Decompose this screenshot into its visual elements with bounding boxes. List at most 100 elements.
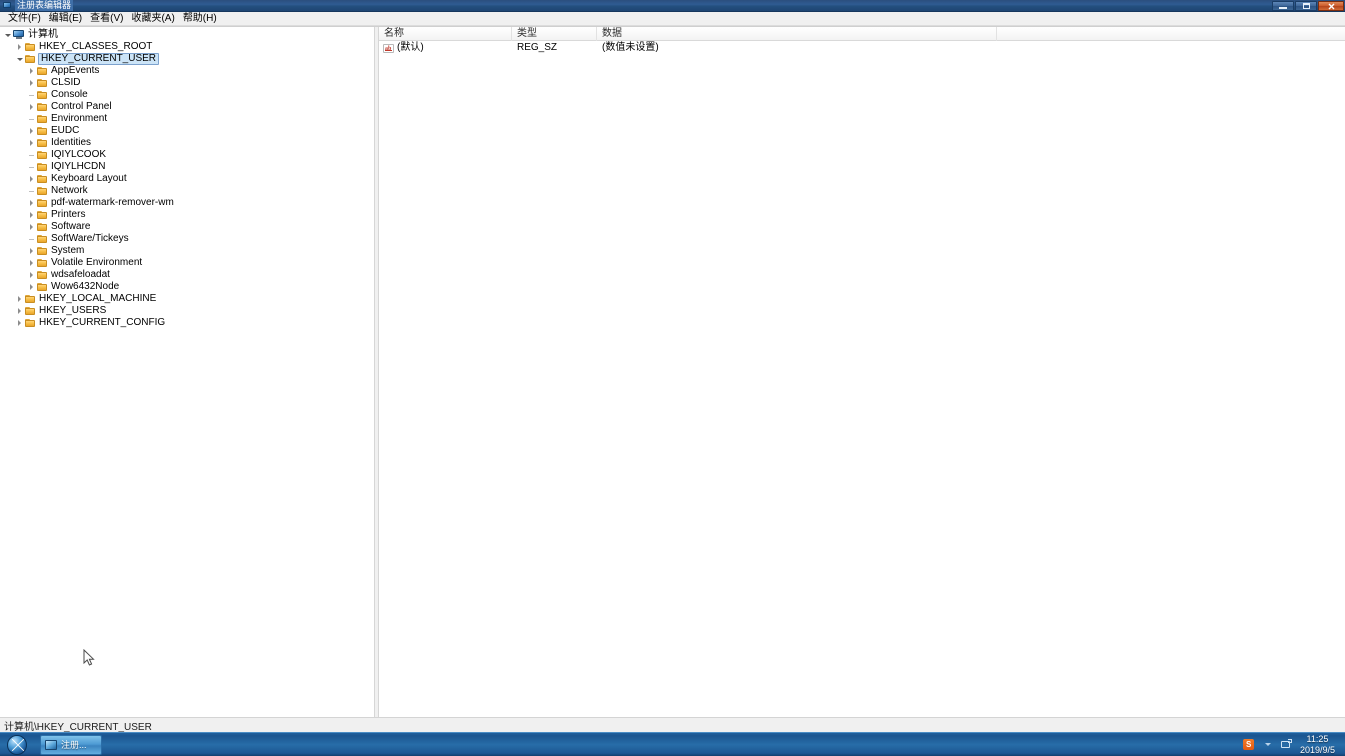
tree-node-list: HKEY_CLASSES_ROOT HKEY_CURRENT_USER AppEve…	[0, 41, 374, 329]
folder-icon	[37, 198, 48, 208]
expand-toggle[interactable]	[14, 320, 25, 326]
tree-item-hkey-local-machine[interactable]: HKEY_LOCAL_MACHINE	[0, 293, 374, 305]
tree-item-iqiylcook[interactable]: IQIYLCOOK	[0, 149, 374, 161]
title-bar: 注册表编辑器	[0, 0, 1345, 12]
registry-editor-icon	[45, 738, 58, 751]
minimize-button[interactable]	[1272, 1, 1294, 11]
tree-item-appevents[interactable]: AppEvents	[0, 65, 374, 77]
tree-item-hkey-current-config[interactable]: HKEY_CURRENT_CONFIG	[0, 317, 374, 329]
clock[interactable]: 11:25 2019/9/5	[1298, 734, 1341, 756]
tree-item-label: 计算机	[28, 29, 58, 40]
tree-item-computer[interactable]: 计算机	[0, 29, 374, 41]
tree-item-label: Environment	[51, 113, 108, 124]
start-button[interactable]	[2, 734, 32, 756]
column-data[interactable]: 数据	[597, 27, 997, 41]
folder-icon	[37, 162, 48, 172]
chevron-right-icon	[18, 296, 21, 302]
tree-item-console[interactable]: Console	[0, 89, 374, 101]
tree-item-clsid[interactable]: CLSID	[0, 77, 374, 89]
expand-toggle[interactable]	[26, 176, 37, 182]
chevron-right-icon	[30, 284, 33, 290]
string-value-icon: ab	[383, 43, 394, 53]
tree-item-label: Control Panel	[51, 101, 112, 112]
menu-edit[interactable]: 编辑(E)	[45, 12, 86, 26]
folder-icon	[37, 78, 48, 88]
maximize-button[interactable]	[1295, 1, 1317, 11]
chevron-right-icon	[30, 176, 33, 182]
cell-type: REG_SZ	[517, 42, 558, 53]
clock-time: 11:25	[1306, 733, 1329, 744]
tree-item-printers[interactable]: Printers	[0, 209, 374, 221]
expand-toggle[interactable]	[26, 284, 37, 290]
tree-item-network[interactable]: Network	[0, 185, 374, 197]
sogou-input-icon[interactable]	[1242, 738, 1256, 752]
tree-item-eudc[interactable]: EUDC	[0, 125, 374, 137]
menu-favorites[interactable]: 收藏夹(A)	[127, 12, 178, 26]
tree-item-hkey-users[interactable]: HKEY_USERS	[0, 305, 374, 317]
tree-item-label: Console	[51, 89, 88, 100]
expand-toggle[interactable]	[14, 44, 25, 50]
tree-item-software[interactable]: Software	[0, 221, 374, 233]
expand-toggle[interactable]	[26, 272, 37, 278]
expand-toggle[interactable]	[26, 68, 37, 74]
tree-item-keyboard-layout[interactable]: Keyboard Layout	[0, 173, 374, 185]
expand-toggle	[26, 238, 37, 240]
network-icon[interactable]	[1280, 738, 1294, 752]
tree-item-volatile-environment[interactable]: Volatile Environment	[0, 257, 374, 269]
tree-item-label: HKEY_LOCAL_MACHINE	[39, 293, 157, 304]
registry-tree-pane[interactable]: 计算机 HKEY_CLASSES_ROOT HKEY_CURRENT_USER Ap…	[0, 27, 374, 717]
expand-toggle-computer[interactable]	[2, 33, 13, 37]
expand-toggle[interactable]	[26, 260, 37, 266]
expand-toggle	[26, 94, 37, 96]
taskbar-button-label: 注册...	[61, 740, 87, 750]
show-hidden-icons-arrow[interactable]	[1264, 743, 1271, 746]
expand-toggle[interactable]	[26, 104, 37, 110]
tree-item-wow6432node[interactable]: Wow6432Node	[0, 281, 374, 293]
tree-item-hkey-current-user[interactable]: HKEY_CURRENT_USER	[0, 53, 374, 65]
tree-item-label: Volatile Environment	[51, 257, 143, 268]
close-button[interactable]	[1318, 1, 1344, 11]
tree-item-wdsafeloadat[interactable]: wdsafeloadat	[0, 269, 374, 281]
chevron-right-icon	[18, 320, 21, 326]
content-split: 计算机 HKEY_CLASSES_ROOT HKEY_CURRENT_USER Ap…	[0, 26, 1345, 717]
tree-item-label: Identities	[51, 137, 92, 148]
expand-toggle[interactable]	[14, 308, 25, 314]
tree-item-identities[interactable]: Identities	[0, 137, 374, 149]
tree-item-hkey-classes-root[interactable]: HKEY_CLASSES_ROOT	[0, 41, 374, 53]
tree-item-environment[interactable]: Environment	[0, 113, 374, 125]
tree-item-pdf-watermark-remover-wm[interactable]: pdf-watermark-remover-wm	[0, 197, 374, 209]
tree-item-label: System	[51, 245, 85, 256]
expand-toggle[interactable]	[26, 200, 37, 206]
expand-toggle[interactable]	[14, 57, 25, 61]
folder-icon	[37, 114, 48, 124]
tree-item-system[interactable]: System	[0, 245, 374, 257]
table-row[interactable]: ab (默认) REG_SZ (数值未设置)	[379, 41, 1345, 55]
list-column-header: 名称 类型 数据	[379, 27, 1345, 41]
menu-file[interactable]: 文件(F)	[4, 12, 45, 26]
expand-toggle[interactable]	[26, 224, 37, 230]
tree-item-iqiylhcdn[interactable]: IQIYLHCDN	[0, 161, 374, 173]
value-list-pane[interactable]: 名称 类型 数据 ab (默认) REG_SZ (数值未设置)	[379, 27, 1345, 717]
column-type[interactable]: 类型	[512, 27, 597, 41]
expand-toggle[interactable]	[26, 140, 37, 146]
tree-connector	[29, 238, 34, 240]
expand-toggle[interactable]	[26, 248, 37, 254]
menu-help[interactable]: 帮助(H)	[179, 12, 221, 26]
expand-toggle[interactable]	[26, 128, 37, 134]
menu-view[interactable]: 查看(V)	[86, 12, 127, 26]
column-name[interactable]: 名称	[379, 27, 512, 41]
expand-toggle[interactable]	[26, 80, 37, 86]
tree-item-label: Wow6432Node	[51, 281, 120, 292]
tree-item-label: CLSID	[51, 77, 81, 88]
folder-icon	[37, 258, 48, 268]
registry-editor-icon	[3, 1, 12, 10]
expand-toggle[interactable]	[14, 296, 25, 302]
folder-icon	[37, 222, 48, 232]
regedit-window: 注册表编辑器 文件(F) 编辑(E) 查看(V) 收藏夹(A) 帮助(H) 计算…	[0, 0, 1345, 733]
tree-item-label: pdf-watermark-remover-wm	[51, 197, 174, 208]
tree-item-software-tickeys[interactable]: SoftWare/Tickeys	[0, 233, 374, 245]
expand-toggle[interactable]	[26, 212, 37, 218]
taskbar-regedit[interactable]: 注册...	[40, 734, 102, 755]
tree-item-control-panel[interactable]: Control Panel	[0, 101, 374, 113]
folder-icon	[37, 126, 48, 136]
